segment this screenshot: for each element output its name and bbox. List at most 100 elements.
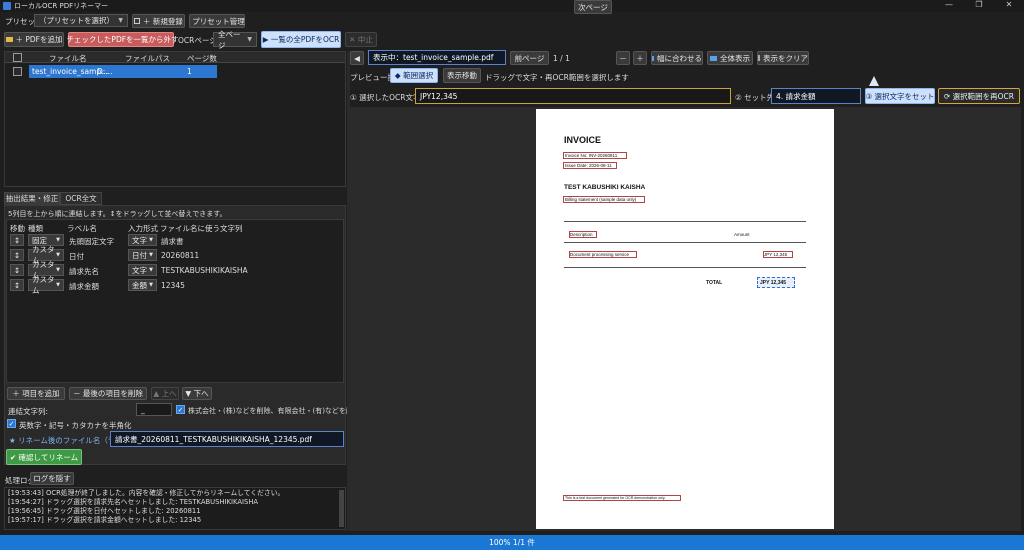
next-page-button[interactable]: 次ページ (574, 0, 612, 14)
zoom-out-button[interactable]: － (616, 51, 630, 65)
tab-ocr-full[interactable]: OCR全文 (60, 192, 102, 205)
move-up-button[interactable]: ▲ 上へ (151, 387, 179, 400)
value-cell[interactable]: 請求書 (161, 236, 184, 247)
value-cell[interactable]: TESTKABUSHIKIKAISHA (161, 266, 248, 275)
minimize-button[interactable]: — (934, 0, 964, 9)
drag-hint: ドラッグで文字・再OCR範囲を選択します (485, 73, 629, 82)
col-value: ファイル名に使う文字列 (160, 224, 243, 233)
target-select[interactable]: 4. 請求金額 (771, 88, 861, 104)
new-preset-label: ＋ 新規登録 (143, 16, 183, 26)
preset-select-value: （プリセットを選択） (39, 16, 114, 25)
add-icon (134, 18, 141, 24)
status-bar: 100% 1/1 件 (0, 535, 1024, 550)
ocr-page-value: 全ページ (218, 29, 241, 50)
confirm-rename-button[interactable]: ✔ 確認してリネーム (6, 449, 82, 465)
chevron-down-icon: ▼ (56, 282, 60, 288)
fit-width-label: 幅に合わせる (657, 53, 702, 63)
rename-filename-field[interactable]: 請求書_20260811_TESTKABUSHIKIKAISHA_12345.p… (110, 431, 344, 447)
log-panel: [19:53:43] OCR処理が終了しました。内容を確認・修正してからリネーム… (4, 487, 346, 530)
separator-value: _ (141, 405, 145, 414)
set-selected-text-button[interactable]: ③ 選択文字をセット (865, 88, 935, 104)
viewer-back-button[interactable]: ◀ (350, 51, 364, 65)
manage-preset-button[interactable]: プリセット管理 (189, 14, 245, 28)
clear-view-button[interactable]: 表示をクリア (757, 51, 809, 65)
value-cell[interactable]: 12345 (161, 281, 185, 290)
label-value[interactable]: 先頭固定文字 (69, 236, 114, 247)
reocr-range-button[interactable]: ⟳ 選択範囲を再OCR (938, 88, 1020, 104)
type-select[interactable]: カスタム ▼ (28, 275, 64, 295)
chevron-down-icon: ▼ (247, 36, 252, 43)
col-move: 移動 (10, 224, 25, 233)
total-value: JPY 12,345 (760, 280, 787, 286)
label-value[interactable]: 日付 (69, 251, 84, 262)
tab-extract[interactable]: 抽出結果・修正 (4, 192, 60, 205)
target-value: 4. 請求金額 (776, 91, 816, 101)
col-label: ラベル名 (67, 224, 97, 233)
remove-checked-button[interactable]: チェックしたPDFを一覧から外す (66, 32, 179, 47)
format-select[interactable]: 日付 ▼ (128, 249, 157, 261)
fit-all-label: 全体表示 (720, 53, 750, 63)
chevron-down-icon: ▼ (149, 237, 153, 243)
ocr-page-select[interactable]: 全ページ ▼ (213, 30, 257, 50)
add-pdf-button[interactable]: ＋ PDFを追加 (4, 32, 64, 47)
label-value[interactable]: 請求金額 (69, 281, 99, 292)
move-icon: ↕ (13, 265, 21, 275)
drag-handle[interactable]: ↕ (10, 234, 24, 246)
divider (564, 242, 806, 243)
fit-all-button[interactable]: 全体表示 (707, 51, 753, 65)
range-select-label: ◆ 範囲選択 (394, 71, 434, 80)
preset-select[interactable]: （プリセットを選択） ▼ (34, 14, 128, 27)
halfwidth-checkbox[interactable]: ✓ (7, 419, 16, 428)
move-icon: ↕ (13, 235, 21, 245)
zoom-in-button[interactable]: ＋ (633, 51, 647, 65)
log-line: [19:56:45] ドラッグ選択を日付へセットしました: 20260811 (8, 507, 201, 515)
drag-handle[interactable]: ↕ (10, 264, 24, 276)
format-select[interactable]: 文字 ▼ (128, 264, 157, 276)
confirm-rename-label: ✔ 確認してリネーム (9, 452, 79, 462)
log-scrollbar[interactable] (339, 490, 344, 527)
fit-width-button[interactable]: 幅に合わせる (651, 51, 703, 65)
next-page-label: 次ページ (578, 2, 608, 12)
delete-last-label: － 最後の項目を削除 (73, 389, 143, 398)
monitor-icon (710, 55, 717, 61)
new-preset-button[interactable]: ＋ 新規登録 (132, 14, 185, 28)
ocr-all-label: ▶ 一覧の全PDFをOCR (262, 35, 340, 44)
close-button[interactable]: ✕ (994, 0, 1024, 9)
add-item-button[interactable]: ＋ 項目を追加 (7, 387, 65, 400)
ocr-all-button[interactable]: ▶ 一覧の全PDFをOCR (261, 31, 341, 48)
header-pages[interactable]: ページ数 (187, 53, 217, 64)
separator-input[interactable]: _ (136, 403, 172, 416)
move-view-label: 表示移動 (447, 71, 477, 80)
row-checkbox[interactable] (13, 67, 22, 76)
item-amount: JPY 12,345 (764, 252, 788, 257)
invoice-page[interactable]: INVOICE Invoice No: INV-20260811 Issue D… (536, 109, 834, 529)
select-all-checkbox[interactable] (13, 53, 22, 62)
drag-handle[interactable]: ↕ (10, 249, 24, 261)
window-title: ローカルOCR PDFリネーマー (14, 2, 109, 10)
drag-handle[interactable]: ↕ (10, 279, 24, 291)
range-select-button[interactable]: ◆ 範囲選択 (390, 68, 438, 83)
hide-log-button[interactable]: ログを隠す (30, 472, 74, 485)
stop-label: ✕ 中止 (349, 35, 373, 44)
stop-button[interactable]: ✕ 中止 (345, 32, 377, 47)
maximize-button[interactable]: ❐ (964, 0, 994, 9)
delete-last-item-button[interactable]: － 最後の項目を削除 (69, 387, 147, 400)
value-cell[interactable]: 20260811 (161, 251, 199, 260)
format-select[interactable]: 金額 ▼ (128, 279, 157, 291)
prev-page-button[interactable]: 前ページ (510, 51, 549, 65)
company-abbrev-checkbox[interactable]: ✓ (176, 405, 185, 414)
format-select[interactable]: 文字 ▼ (128, 234, 157, 246)
label-value[interactable]: 請求先名 (69, 266, 99, 277)
invoice-footer: This is a test document generated for OC… (565, 496, 666, 500)
header-filename[interactable]: ファイル名 (49, 53, 87, 64)
chevron-down-icon: ▼ (56, 237, 60, 243)
ocr-text-value: JPY12,345 (420, 91, 458, 101)
format-value: 日付 (132, 250, 147, 260)
header-filepath[interactable]: ファイルパス (125, 53, 170, 64)
clear-view-label: 表示をクリア (763, 53, 808, 63)
item-description: Document processing service (570, 252, 630, 257)
move-view-button[interactable]: 表示移動 (443, 68, 481, 83)
move-down-button[interactable]: ▼ 下へ (182, 387, 212, 400)
col-description: Description (570, 232, 593, 237)
ocr-text-field[interactable]: JPY12,345 (415, 88, 731, 104)
